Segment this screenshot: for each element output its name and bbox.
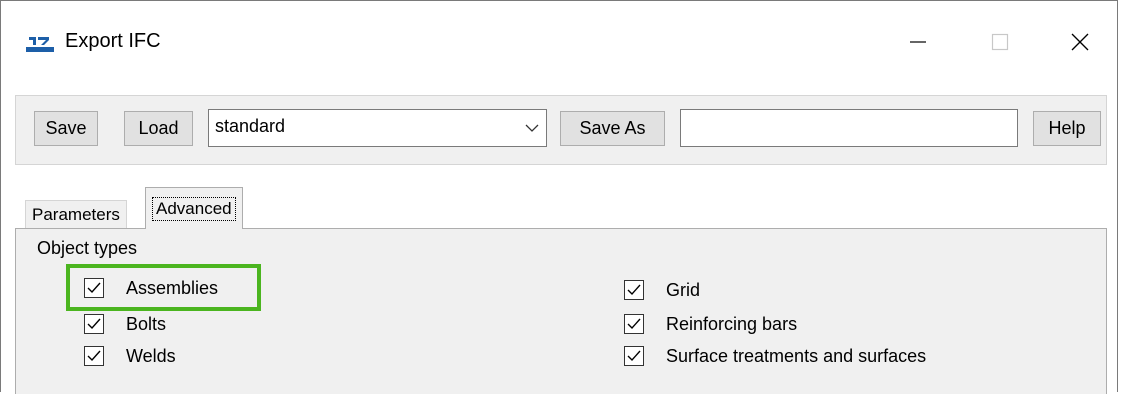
preset-dropdown-value: standard <box>215 116 286 136</box>
load-button[interactable]: Load <box>124 111 193 146</box>
checkbox-box <box>84 314 104 334</box>
assemblies-checkbox[interactable]: Assemblies <box>84 275 218 301</box>
reinforcing-bars-checkbox[interactable]: Reinforcing bars <box>624 311 797 337</box>
save-as-name-input[interactable] <box>680 109 1018 147</box>
tab-advanced[interactable]: Advanced <box>145 187 243 229</box>
close-icon <box>1071 33 1089 51</box>
checkmark-icon <box>627 318 641 330</box>
advanced-tab-panel <box>15 228 1107 394</box>
welds-label: Welds <box>126 345 176 366</box>
checkmark-icon <box>87 350 101 362</box>
tab-advanced-label: Advanced <box>152 196 236 221</box>
minimize-button[interactable] <box>890 22 946 62</box>
grid-checkbox[interactable]: Grid <box>624 277 700 303</box>
ifc-export-app-icon <box>26 37 54 52</box>
checkbox-box <box>624 280 644 300</box>
bolts-checkbox[interactable]: Bolts <box>84 311 166 337</box>
welds-checkbox[interactable]: Welds <box>84 343 176 369</box>
preset-dropdown[interactable]: standard <box>208 109 547 147</box>
checkmark-icon <box>627 284 641 296</box>
chevron-down-icon <box>525 124 539 132</box>
help-button[interactable]: Help <box>1033 111 1101 146</box>
object-types-label: Object types <box>37 238 138 258</box>
bolts-label: Bolts <box>126 313 167 334</box>
maximize-button[interactable] <box>972 22 1028 62</box>
tab-parameters-label: Parameters <box>32 204 120 224</box>
maximize-icon <box>991 33 1009 51</box>
checkmark-icon <box>87 318 101 330</box>
window-title: Export IFC <box>65 30 161 52</box>
surface-treatments-checkbox[interactable]: Surface treatments and surfaces <box>624 343 926 369</box>
save-as-button[interactable]: Save As <box>560 111 665 146</box>
minimize-icon <box>910 41 926 43</box>
save-button[interactable]: Save <box>34 111 98 146</box>
assemblies-label: Assemblies <box>126 277 219 298</box>
checkbox-box <box>84 346 104 366</box>
checkbox-box <box>84 278 104 298</box>
checkmark-icon <box>627 350 641 362</box>
checkbox-box <box>624 314 644 334</box>
checkmark-icon <box>87 282 101 294</box>
grid-label: Grid <box>666 279 701 300</box>
surface-treatments-label: Surface treatments and surfaces <box>666 345 927 366</box>
close-button[interactable] <box>1052 22 1108 62</box>
checkbox-box <box>624 346 644 366</box>
tab-parameters[interactable]: Parameters <box>25 200 127 228</box>
reinforcing-bars-label: Reinforcing bars <box>666 313 798 334</box>
title-bar: Export IFC <box>0 0 1121 86</box>
